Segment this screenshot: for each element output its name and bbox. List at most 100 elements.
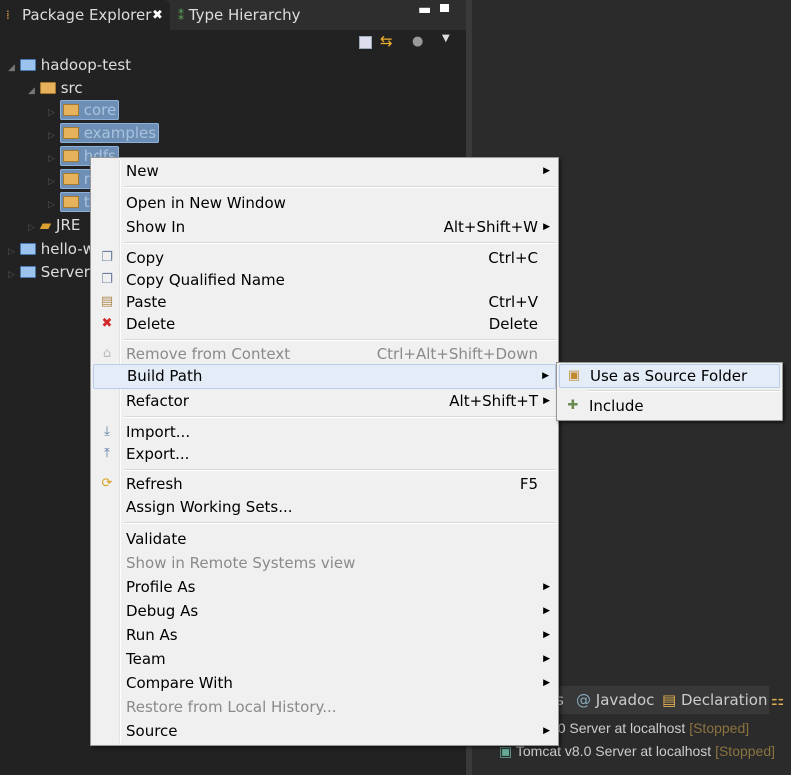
menu-item-build-path[interactable]: Build Path ▶	[93, 364, 556, 389]
submenu-arrow-icon: ▶	[542, 371, 549, 381]
menu-label: Refactor	[126, 392, 189, 410]
menu-label: Compare With	[126, 674, 233, 692]
menu-item-refresh[interactable]: ⟳ Refresh F5	[93, 473, 556, 495]
menu-separator	[124, 242, 556, 244]
menu-item-run-as[interactable]: Run As ▶	[93, 624, 556, 646]
menu-item-copy-qualified-name[interactable]: ❐ Copy Qualified Name	[93, 269, 556, 291]
menu-item-paste[interactable]: ▤ Paste Ctrl+V	[93, 291, 556, 313]
menu-item-assign-working-sets[interactable]: Assign Working Sets...	[93, 496, 556, 518]
menu-item-restore-local-history: Restore from Local History...	[93, 696, 556, 718]
tree-label: examples	[83, 124, 157, 142]
remove-context-icon: ⌂	[102, 346, 112, 361]
tree-src[interactable]: ◢ src	[28, 79, 83, 97]
folder-icon	[62, 196, 79, 208]
menu-shortcut: Delete	[488, 315, 538, 333]
type-hierarchy-icon: ⁑	[178, 9, 184, 23]
menu-label: Copy	[126, 249, 165, 267]
view-tab-bar: ⁞ Package Explorer ✖ ⁑ Type Hierarchy ▬	[0, 0, 466, 30]
menu-shortcut: Alt+Shift+W	[443, 218, 538, 236]
menu-item-use-as-source-folder[interactable]: ▣ Use as Source Folder	[559, 364, 780, 388]
expanded-arrow-icon[interactable]: ◢	[28, 86, 35, 96]
menu-item-export[interactable]: ⤒ Export...	[93, 443, 556, 465]
import-icon: ⤓	[104, 424, 110, 439]
expanded-arrow-icon[interactable]: ◢	[8, 63, 15, 73]
menu-label: Include	[589, 397, 644, 415]
menu-shortcut: F5	[519, 475, 538, 493]
collapsed-arrow-icon[interactable]: ▷	[48, 177, 55, 187]
menu-item-copy[interactable]: ❐ Copy Ctrl+C	[93, 247, 556, 269]
tree-servers[interactable]: ▷ Server	[8, 263, 90, 281]
view-toolbar: ⇆ ● ▼	[0, 30, 466, 56]
menu-item-team[interactable]: Team ▶	[93, 648, 556, 670]
filter-icon[interactable]: ●	[412, 34, 423, 49]
link-with-editor-icon[interactable]: ⇆	[380, 32, 393, 50]
menu-label: Copy Qualified Name	[126, 271, 285, 289]
menu-item-open-in-new-window[interactable]: Open in New Window	[93, 192, 556, 214]
tree-label: hadoop-test	[40, 56, 132, 74]
tree-project-hadoop-test[interactable]: ◢ hadoop-test	[8, 56, 131, 74]
server-status: [Stopped]	[689, 720, 750, 736]
menu-separator	[124, 416, 556, 418]
tab-declaration[interactable]: ▤ Declaration	[662, 686, 767, 714]
menu-item-compare-with[interactable]: Compare With ▶	[93, 672, 556, 694]
collapsed-arrow-icon[interactable]: ▷	[8, 247, 15, 257]
menu-separator	[587, 390, 780, 392]
menu-item-show-in-remote-systems: Show in Remote Systems view	[93, 552, 556, 574]
menu-item-import[interactable]: ⤓ Import...	[93, 421, 556, 443]
menu-shortcut: Ctrl+Alt+Shift+Down	[376, 345, 538, 363]
menu-item-delete[interactable]: ✖ Delete Delete	[93, 313, 556, 335]
close-icon[interactable]: ✖	[152, 0, 163, 31]
minimize-icon[interactable]: ▬	[418, 2, 431, 18]
menu-label: Validate	[126, 530, 187, 548]
menu-label: Restore from Local History...	[126, 698, 337, 716]
collapsed-arrow-icon[interactable]: ▷	[8, 270, 15, 280]
source-folder-icon: ▣	[567, 368, 581, 383]
tree-folder-examples[interactable]: ▷ examples	[48, 123, 160, 143]
menu-label: New	[126, 162, 159, 180]
tree-folder-core[interactable]: ▷ core	[48, 100, 120, 120]
source-folder-icon	[39, 82, 56, 94]
menu-label: Team	[126, 650, 166, 668]
menu-separator	[124, 522, 556, 524]
tab-javadoc[interactable]: @ Javadoc	[576, 686, 654, 714]
folder-icon	[62, 173, 79, 185]
tab-label: Type Hierarchy	[188, 6, 301, 24]
servers-tab-icon[interactable]: ⚏	[769, 686, 791, 714]
view-menu-icon[interactable]: ▼	[442, 33, 450, 44]
menu-label: Profile As	[126, 578, 196, 596]
tree-jre[interactable]: ▷ ▰ JRE	[28, 216, 80, 234]
collapsed-arrow-icon[interactable]: ▷	[48, 200, 55, 210]
server-status: [Stopped]	[715, 743, 776, 759]
tree-project-hello[interactable]: ▷ hello-w	[8, 240, 95, 258]
package-explorer-icon: ⁞	[6, 8, 10, 22]
collapsed-arrow-icon[interactable]: ▷	[48, 108, 55, 118]
export-icon: ⤒	[104, 446, 110, 461]
declaration-icon: ▤	[662, 691, 677, 709]
menu-item-debug-as[interactable]: Debug As ▶	[93, 600, 556, 622]
menu-item-new[interactable]: New ▶	[93, 160, 556, 182]
collapsed-arrow-icon[interactable]: ▷	[48, 154, 55, 164]
javadoc-icon: @	[576, 691, 591, 709]
tab-label: Package Explorer	[22, 6, 152, 24]
menu-item-profile-as[interactable]: Profile As ▶	[93, 576, 556, 598]
maximize-icon[interactable]	[440, 4, 449, 12]
menu-item-source[interactable]: Source ▶	[93, 720, 556, 742]
tree-label: Server	[40, 263, 90, 281]
menu-label: Run As	[126, 626, 178, 644]
tab-package-explorer[interactable]: ⁞ Package Explorer ✖	[0, 0, 170, 30]
tab-label: Javadoc	[595, 691, 655, 709]
menu-item-remove-from-context: ⌂ Remove from Context Ctrl+Alt+Shift+Down	[93, 343, 556, 365]
collapsed-arrow-icon[interactable]: ▷	[28, 223, 35, 233]
menu-item-validate[interactable]: Validate	[93, 528, 556, 550]
menu-item-show-in[interactable]: Show In Alt+Shift+W ▶	[93, 216, 556, 238]
collapsed-arrow-icon[interactable]: ▷	[48, 131, 55, 141]
tab-type-hierarchy[interactable]: ⁑ Type Hierarchy	[178, 0, 301, 30]
menu-item-refactor[interactable]: Refactor Alt+Shift+T ▶	[93, 390, 556, 412]
collapse-all-icon[interactable]	[359, 36, 372, 49]
submenu-arrow-icon: ▶	[543, 396, 550, 406]
menu-item-include[interactable]: ✚ Include	[559, 395, 780, 417]
tab-label: Declaration	[680, 691, 768, 709]
menu-shortcut: Alt+Shift+T	[449, 392, 538, 410]
menu-label: Open in New Window	[126, 194, 286, 212]
menu-separator	[124, 469, 556, 471]
